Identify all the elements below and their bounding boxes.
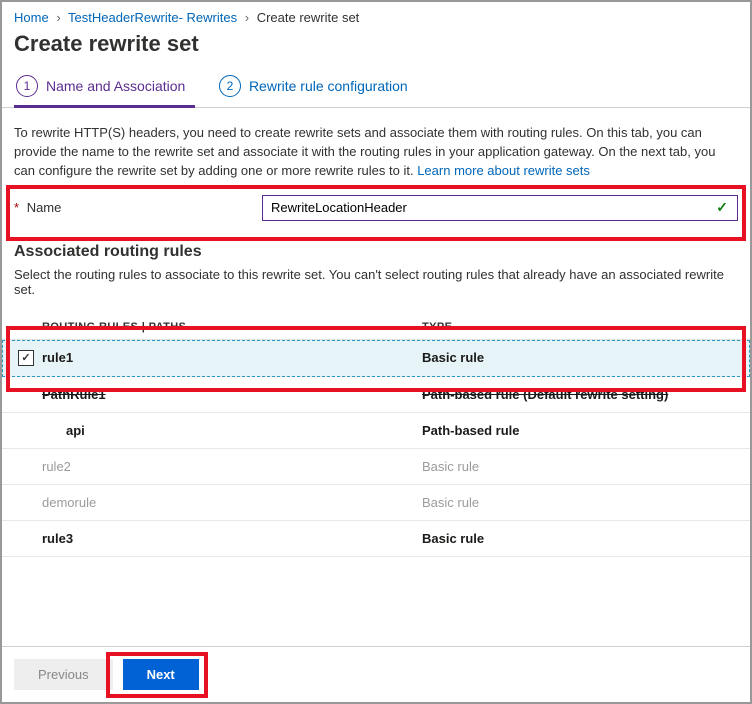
checkmark-icon: ✓ bbox=[716, 199, 728, 216]
section-routing-sub: Select the routing rules to associate to… bbox=[2, 265, 750, 315]
routing-rules-table: ✓rule1Basic rulePathRule1Path-based rule… bbox=[2, 340, 750, 557]
rule-name: PathRule1 bbox=[42, 387, 422, 402]
table-row[interactable]: rule3Basic rule bbox=[2, 521, 750, 557]
name-label-text: Name bbox=[27, 200, 62, 215]
info-text: To rewrite HTTP(S) headers, you need to … bbox=[2, 112, 750, 187]
footer: Previous Next bbox=[2, 646, 750, 702]
rule-name: rule3 bbox=[42, 531, 422, 546]
tab-name-association[interactable]: 1 Name and Association bbox=[14, 67, 195, 107]
tab-label: Name and Association bbox=[46, 78, 185, 94]
info-body: To rewrite HTTP(S) headers, you need to … bbox=[14, 125, 715, 178]
breadcrumb-resource[interactable]: TestHeaderRewrite- Rewrites bbox=[68, 10, 237, 25]
breadcrumb: Home › TestHeaderRewrite- Rewrites › Cre… bbox=[2, 2, 750, 27]
page-title: Create rewrite set bbox=[2, 27, 750, 67]
tab-rewrite-rule-config[interactable]: 2 Rewrite rule configuration bbox=[217, 67, 418, 107]
rule-type: Path-based rule bbox=[422, 423, 738, 438]
section-routing-title: Associated routing rules bbox=[2, 229, 750, 265]
rule-type: Basic rule bbox=[422, 459, 738, 474]
col-routing-rules: ROUTING RULES | PATHS bbox=[42, 321, 422, 333]
tab-label: Rewrite rule configuration bbox=[249, 78, 408, 94]
rule-name: api bbox=[66, 423, 422, 438]
table-row[interactable]: demoruleBasic rule bbox=[2, 485, 750, 521]
name-label: * Name bbox=[14, 200, 262, 215]
required-asterisk: * bbox=[14, 200, 19, 215]
table-row[interactable]: rule2Basic rule bbox=[2, 449, 750, 485]
table-row[interactable]: PathRule1Path-based rule (Default rewrit… bbox=[2, 377, 750, 413]
learn-more-link[interactable]: Learn more about rewrite sets bbox=[417, 163, 590, 178]
col-type: TYPE bbox=[422, 321, 738, 333]
rule-type: Basic rule bbox=[422, 350, 738, 365]
rule-name: rule2 bbox=[42, 459, 422, 474]
rule-type: Path-based rule (Default rewrite setting… bbox=[422, 387, 738, 402]
chevron-right-icon: › bbox=[245, 10, 249, 25]
table-row[interactable]: apiPath-based rule bbox=[2, 413, 750, 449]
breadcrumb-current: Create rewrite set bbox=[257, 10, 360, 25]
rule-type: Basic rule bbox=[422, 531, 738, 546]
step-1-circle: 1 bbox=[16, 75, 38, 97]
tabs: 1 Name and Association 2 Rewrite rule co… bbox=[2, 67, 750, 108]
step-2-circle: 2 bbox=[219, 75, 241, 97]
rule-type: Basic rule bbox=[422, 495, 738, 510]
name-field-row: * Name ✓ bbox=[2, 187, 750, 229]
checkbox-checked-icon[interactable]: ✓ bbox=[18, 350, 34, 366]
rule-name: demorule bbox=[42, 495, 422, 510]
rule-name: rule1 bbox=[42, 350, 422, 365]
table-header: ROUTING RULES | PATHS TYPE bbox=[2, 315, 750, 340]
previous-button[interactable]: Previous bbox=[14, 659, 113, 690]
name-input[interactable] bbox=[262, 195, 738, 221]
table-row[interactable]: ✓ rule1Basic rule bbox=[2, 340, 750, 377]
next-button[interactable]: Next bbox=[123, 659, 199, 690]
chevron-right-icon: › bbox=[56, 10, 60, 25]
breadcrumb-home[interactable]: Home bbox=[14, 10, 49, 25]
